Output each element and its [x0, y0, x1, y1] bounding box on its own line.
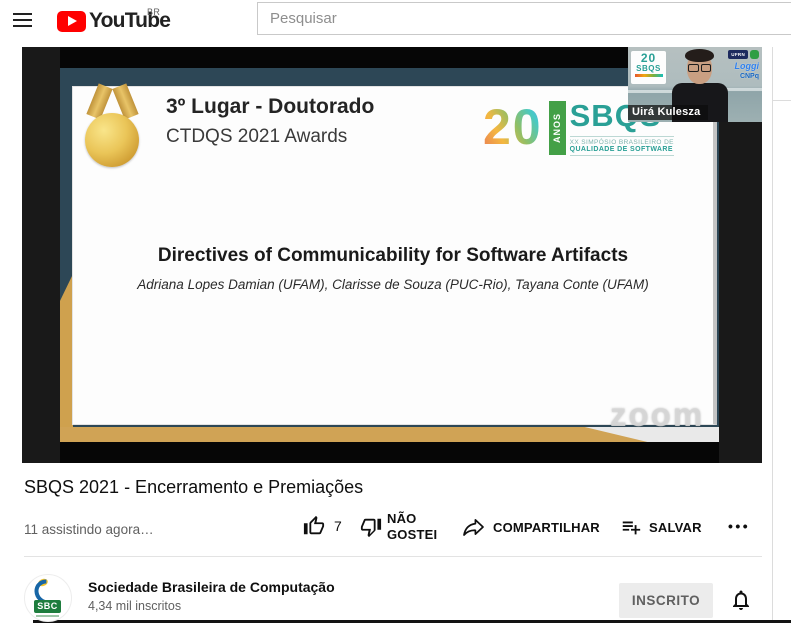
video-title: SBQS 2021 - Encerramento e Premiações — [24, 477, 363, 498]
avatar-sbc-label: SBC — [34, 600, 61, 613]
sponsor-logo-green — [750, 50, 759, 59]
search-box — [257, 2, 791, 35]
youtube-watch-page: YouTube BR 3º Lugar - Doutorado CTDQS 20… — [0, 0, 791, 623]
share-arrow-icon — [462, 515, 486, 539]
logo-region-label: BR — [147, 7, 160, 17]
gold-medal-icon — [85, 113, 139, 167]
menu-bar — [13, 25, 32, 27]
sponsor-logo-loggi: Loggi — [735, 61, 760, 71]
avatar-caption-line — [36, 615, 59, 617]
paper-title: Directives of Communicability for Softwa… — [73, 245, 713, 267]
sidebar-border — [772, 47, 773, 621]
thumb-down-icon — [360, 516, 382, 538]
anniversary-number: 20 — [483, 99, 543, 155]
save-label: SALVAR — [649, 520, 702, 535]
subscriber-count: 4,34 mil inscritos — [88, 599, 181, 613]
bridge-background — [722, 88, 762, 91]
paper-authors: Adriana Lopes Damian (UFAM), Clarisse de… — [73, 277, 713, 292]
save-button[interactable]: SALVAR — [620, 516, 702, 538]
sbqs-badge: 20 SBQS — [631, 51, 666, 84]
share-button[interactable]: COMPARTILHAR — [462, 515, 600, 539]
youtube-play-icon — [57, 11, 86, 32]
award-subtitle: CTDQS 2021 Awards — [166, 126, 347, 148]
menu-bar — [13, 13, 32, 15]
speaker-name-tag: Uirá Kulesza — [628, 105, 708, 120]
video-player[interactable]: 3º Lugar - Doutorado CTDQS 2021 Awards 2… — [22, 47, 762, 463]
sbqs-tagline-top: XX SIMPÓSIO BRASILEIRO DE — [570, 136, 674, 146]
section-divider — [24, 556, 762, 557]
webcam-overlay: 20 SBQS UFRN Loggi CNPq Uirá Kulesza — [628, 47, 762, 122]
menu-bar — [13, 19, 32, 21]
speaker-glasses — [688, 64, 711, 72]
notification-bell-icon[interactable] — [729, 588, 753, 617]
playlist-add-icon — [620, 516, 642, 538]
sponsor-logo-cnpq: CNPq — [740, 73, 759, 80]
more-actions-button[interactable]: ••• — [728, 518, 750, 534]
share-label: COMPARTILHAR — [493, 520, 600, 535]
award-title: 3º Lugar - Doutorado — [166, 95, 374, 119]
search-input[interactable] — [257, 2, 791, 35]
sidebar-panel-border — [773, 100, 791, 101]
thumb-up-icon — [303, 515, 325, 537]
dislike-label: NÃO GOSTEI — [387, 511, 449, 543]
slide-scene: 3º Lugar - Doutorado CTDQS 2021 Awards 2… — [60, 68, 719, 442]
badge-number: 20 — [631, 52, 666, 64]
channel-name[interactable]: Sociedade Brasileira de Computação — [88, 579, 335, 595]
zoom-watermark: zoom — [610, 396, 704, 434]
presentation-slide: 3º Lugar - Doutorado CTDQS 2021 Awards 2… — [72, 86, 717, 425]
sponsor-logo-ufrn: UFRN — [728, 50, 748, 59]
like-count: 7 — [334, 518, 342, 534]
badge-stripe — [635, 74, 663, 77]
viewer-count: 11 assistindo agora… — [24, 522, 154, 537]
sponsor-logos: UFRN Loggi CNPq — [728, 50, 759, 80]
speaker-hair — [685, 49, 714, 62]
channel-avatar[interactable]: SBC — [24, 574, 72, 622]
like-button[interactable]: 7 — [303, 515, 342, 537]
anos-label: ANOS — [549, 101, 566, 155]
dislike-button[interactable]: NÃO GOSTEI — [360, 511, 449, 543]
menu-button[interactable] — [13, 13, 32, 27]
sbqs-tagline-bottom: QUALIDADE DE SOFTWARE — [570, 146, 674, 156]
subscribed-button[interactable]: INSCRITO — [619, 583, 713, 618]
badge-name: SBQS — [631, 64, 666, 73]
